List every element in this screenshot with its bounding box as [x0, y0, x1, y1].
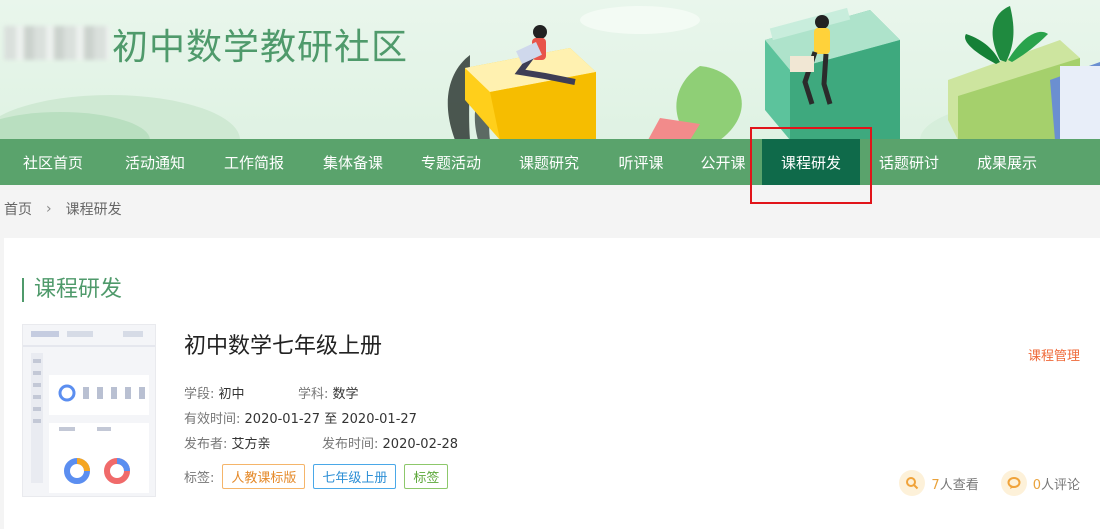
stage-label: 学段: [184, 387, 215, 402]
tags-label: 标签: [184, 471, 215, 486]
nav-item-topic-discussion[interactable]: 话题研讨 [860, 139, 958, 185]
breadcrumb-home[interactable]: 首页 [4, 199, 32, 219]
course-publisher: 发布者: 艾方亲 [184, 433, 271, 452]
breadcrumb: 首页 › 课程研发 [4, 199, 122, 219]
publisher-value: 艾方亲 [231, 437, 271, 452]
chevron-right-icon: › [46, 201, 52, 217]
views-suffix: 人查看 [939, 477, 979, 493]
nav-item-achievements[interactable]: 成果展示 [958, 139, 1056, 185]
stage-value: 初中 [218, 387, 245, 402]
nav-item-community-home[interactable]: 社区首页 [0, 139, 106, 185]
course-manage-link[interactable]: 课程管理 [1028, 345, 1080, 364]
comments-count: 0 [1032, 477, 1041, 493]
course-valid-time: 有效时间: 2020-01-27 至 2020-01-27 [184, 408, 417, 427]
valid-to: 2020-01-27 [341, 412, 417, 427]
nav-item-special-activity[interactable]: 专题活动 [402, 139, 500, 185]
subject-value: 数学 [332, 387, 359, 402]
nav-item-course-development[interactable]: 课程研发 [762, 139, 860, 185]
comment-icon [1000, 470, 1027, 496]
section-title: 课程研发 [22, 278, 122, 302]
nav-item-open-class[interactable]: 公开课 [684, 139, 762, 185]
course-stage: 学段: 初中 [184, 383, 245, 402]
course-title[interactable]: 初中数学七年级上册 [184, 328, 382, 360]
pubdate-value: 2020-02-28 [382, 437, 459, 452]
header-banner: 初中数学教研社区 [0, 0, 1100, 140]
thumbnail-preview-image [23, 325, 155, 496]
nav-item-activity-notice[interactable]: 活动通知 [106, 139, 204, 185]
views-count: 7 [931, 477, 940, 493]
course-tags: 标签: 人教课标版 七年级上册 标签 [184, 464, 449, 489]
views-stat: 7人查看 [899, 470, 979, 496]
course-publish-date: 发布时间: 2020-02-28 [322, 433, 458, 452]
site-title: 初中数学教研社区 [112, 27, 409, 68]
course-thumbnail[interactable] [22, 324, 156, 497]
publisher-label: 发布者: [184, 437, 228, 452]
nav-item-topic-research[interactable]: 课题研究 [500, 139, 598, 185]
valid-label: 有效时间: [184, 412, 241, 427]
nav-item-lesson-review[interactable]: 听评课 [598, 139, 684, 185]
search-icon [899, 470, 926, 496]
breadcrumb-current: 课程研发 [65, 202, 122, 218]
subject-label: 学科: [298, 387, 329, 402]
tag-item[interactable]: 七年级上册 [313, 464, 397, 489]
valid-to-word: 至 [324, 412, 338, 427]
course-list-card: 课程研发 初中数学七年级上册 学段: 初中 学科: 数学 有效时间: 2020-… [4, 238, 1100, 529]
pubdate-label: 发布时间: [322, 437, 379, 452]
main-nav: 社区首页 活动通知 工作简报 集体备课 专题活动 课题研究 听评课 公开课 课程… [0, 139, 1100, 185]
course-subject: 学科: 数学 [298, 383, 359, 402]
nav-item-group-lesson-prep[interactable]: 集体备课 [304, 139, 402, 185]
valid-from: 2020-01-27 [244, 412, 321, 427]
nav-item-work-brief[interactable]: 工作简报 [204, 139, 304, 185]
course-stats: 7人查看 0人评论 [899, 470, 1080, 496]
blurred-logo [4, 26, 110, 60]
comments-suffix: 人评论 [1040, 477, 1080, 493]
tag-item[interactable]: 标签 [404, 464, 449, 489]
tag-item[interactable]: 人教课标版 [222, 464, 306, 489]
comments-stat: 0人评论 [1000, 470, 1080, 496]
